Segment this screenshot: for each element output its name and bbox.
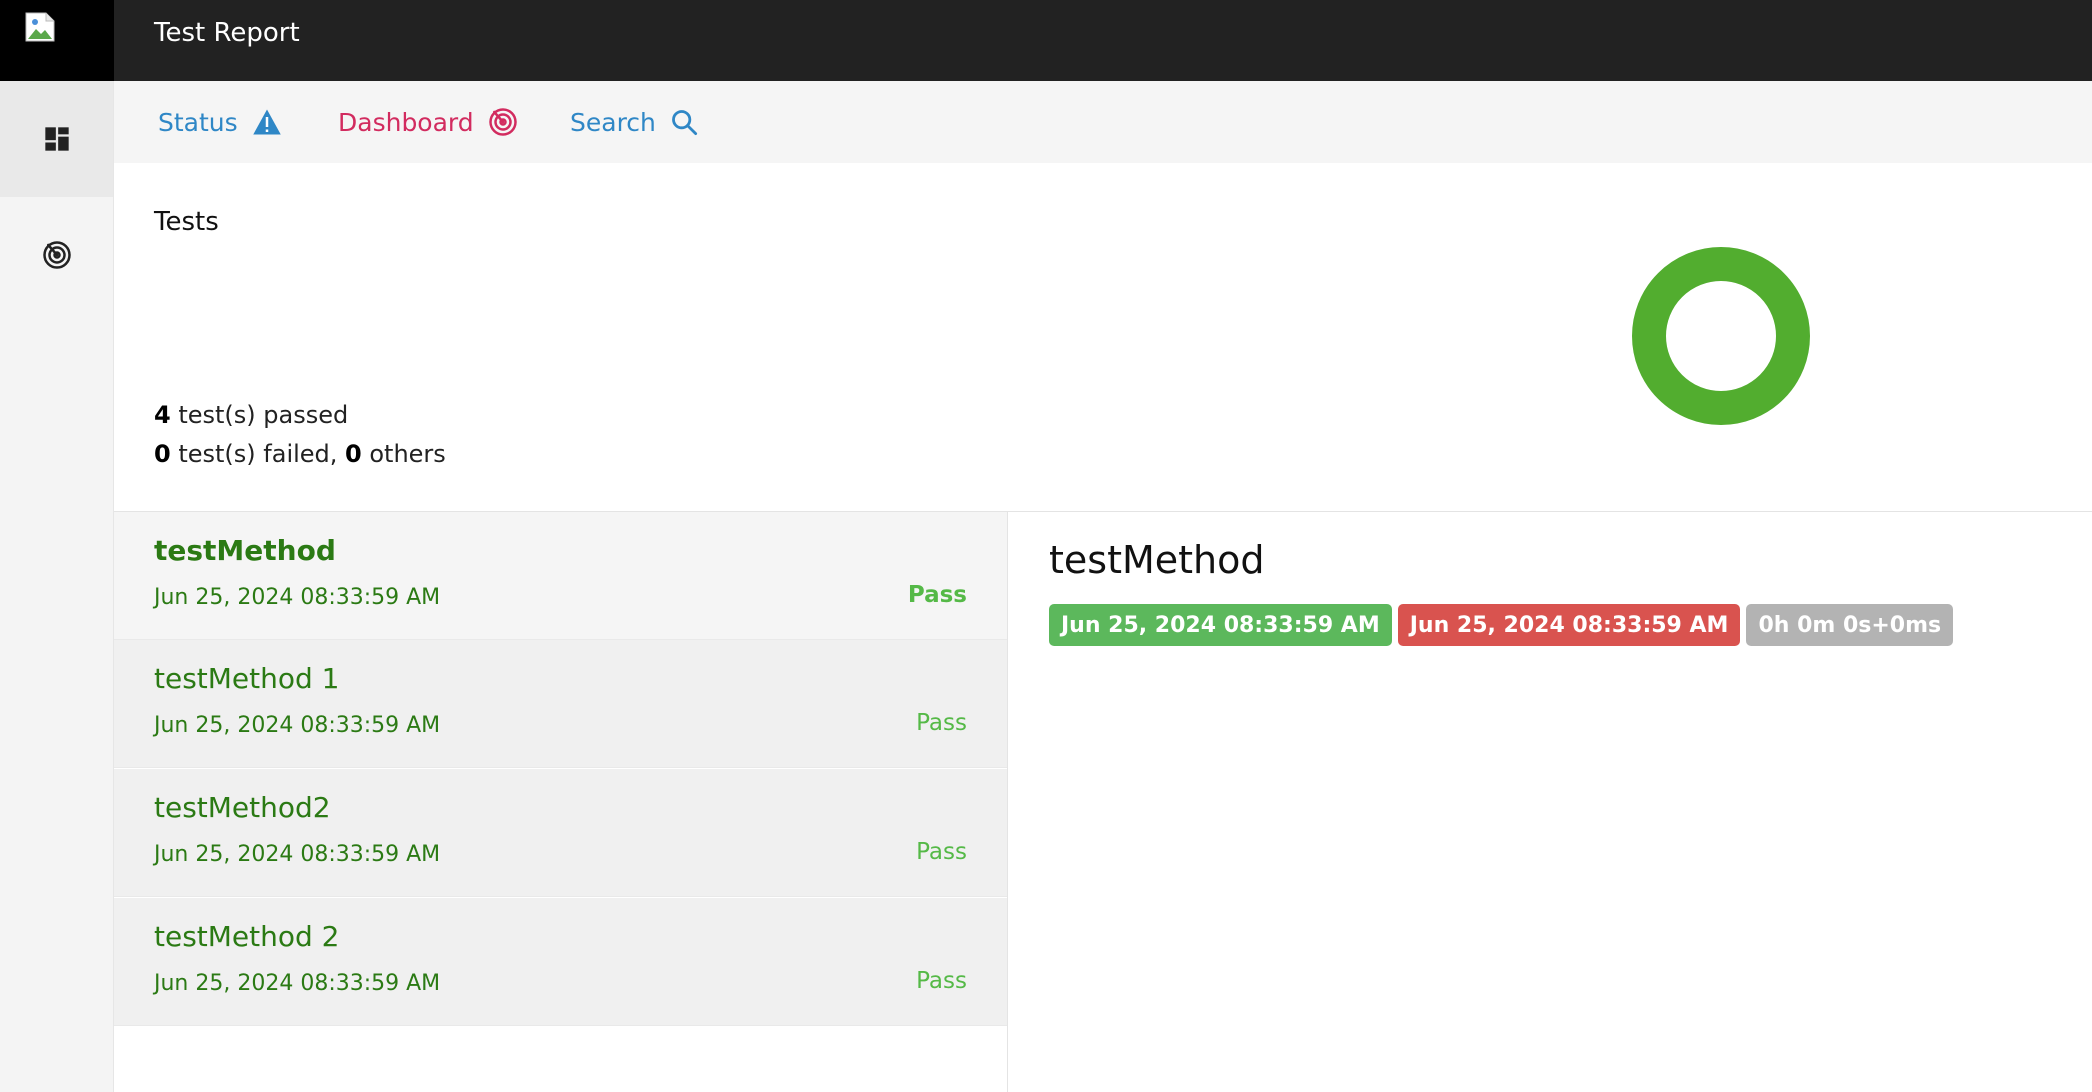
radar-icon bbox=[42, 241, 71, 269]
others-count: 0 bbox=[345, 440, 362, 468]
failed-count: 0 bbox=[154, 440, 171, 468]
broken-image-icon bbox=[25, 12, 55, 42]
test-row[interactable]: testMethod Jun 25, 2024 08:33:59 AM Pass bbox=[114, 512, 1007, 640]
test-detail: testMethod Jun 25, 2024 08:33:59 AM Jun … bbox=[1008, 512, 2092, 1092]
passed-count: 4 bbox=[154, 401, 171, 429]
top-bar: Test Report bbox=[0, 0, 2092, 81]
test-time: Jun 25, 2024 08:33:59 AM bbox=[154, 842, 441, 867]
tests-summary: Tests 4 test(s) passed 0 test(s) failed,… bbox=[114, 163, 2092, 512]
test-name: testMethod2 bbox=[154, 791, 331, 824]
test-status: Pass bbox=[916, 968, 967, 994]
detail-badges: Jun 25, 2024 08:33:59 AM Jun 25, 2024 08… bbox=[1049, 604, 1954, 646]
search-icon bbox=[671, 110, 697, 136]
detail-title: testMethod bbox=[1049, 538, 1265, 582]
tests-donut-chart bbox=[1632, 247, 1810, 425]
end-time-badge: Jun 25, 2024 08:33:59 AM bbox=[1397, 604, 1741, 646]
test-time: Jun 25, 2024 08:33:59 AM bbox=[154, 971, 441, 996]
test-status: Pass bbox=[916, 710, 967, 736]
test-row[interactable]: testMethod2 Jun 25, 2024 08:33:59 AM Pas… bbox=[114, 769, 1007, 897]
donut-slice-passed bbox=[1632, 247, 1810, 425]
sidebar-item-radar[interactable] bbox=[0, 197, 113, 313]
tab-search-label: Search bbox=[570, 107, 656, 137]
test-name: testMethod bbox=[154, 534, 336, 567]
dashboard-grid-icon bbox=[44, 127, 69, 151]
sidebar-item-dashboard-view[interactable] bbox=[0, 81, 113, 197]
summary-title: Tests bbox=[154, 207, 219, 237]
duration-badge: 0h 0m 0s+0ms bbox=[1746, 604, 1954, 646]
test-list: testMethod Jun 25, 2024 08:33:59 AM Pass… bbox=[114, 512, 1008, 1092]
passed-summary: 4 test(s) passed bbox=[154, 401, 348, 429]
passed-text: test(s) passed bbox=[170, 401, 349, 429]
test-name: testMethod 1 bbox=[154, 662, 340, 695]
test-row[interactable]: testMethod 2 Jun 25, 2024 08:33:59 AM Pa… bbox=[114, 898, 1007, 1026]
tab-dashboard[interactable]: Dashboard bbox=[338, 81, 518, 163]
test-time: Jun 25, 2024 08:33:59 AM bbox=[154, 713, 441, 738]
sidebar bbox=[0, 81, 114, 1092]
start-time-badge: Jun 25, 2024 08:33:59 AM bbox=[1049, 604, 1392, 646]
others-text: others bbox=[361, 440, 446, 468]
tab-search[interactable]: Search bbox=[570, 81, 698, 163]
warning-icon bbox=[252, 109, 281, 135]
test-status: Pass bbox=[916, 839, 967, 865]
tab-status-label: Status bbox=[158, 107, 238, 137]
test-row[interactable]: testMethod 1 Jun 25, 2024 08:33:59 AM Pa… bbox=[114, 640, 1007, 768]
tab-dashboard-label: Dashboard bbox=[338, 107, 474, 137]
nav-bar: Status Dashboard Search bbox=[114, 81, 2092, 165]
logo[interactable] bbox=[0, 0, 114, 81]
app-title: Test Report bbox=[154, 18, 300, 48]
tab-status[interactable]: Status bbox=[158, 81, 282, 163]
test-status: Pass bbox=[907, 582, 967, 608]
test-time: Jun 25, 2024 08:33:59 AM bbox=[154, 585, 441, 610]
failed-summary: 0 test(s) failed, 0 others bbox=[154, 440, 446, 468]
radar-icon bbox=[488, 108, 517, 136]
test-name: testMethod 2 bbox=[154, 920, 340, 953]
failed-text: test(s) failed, bbox=[170, 440, 346, 468]
